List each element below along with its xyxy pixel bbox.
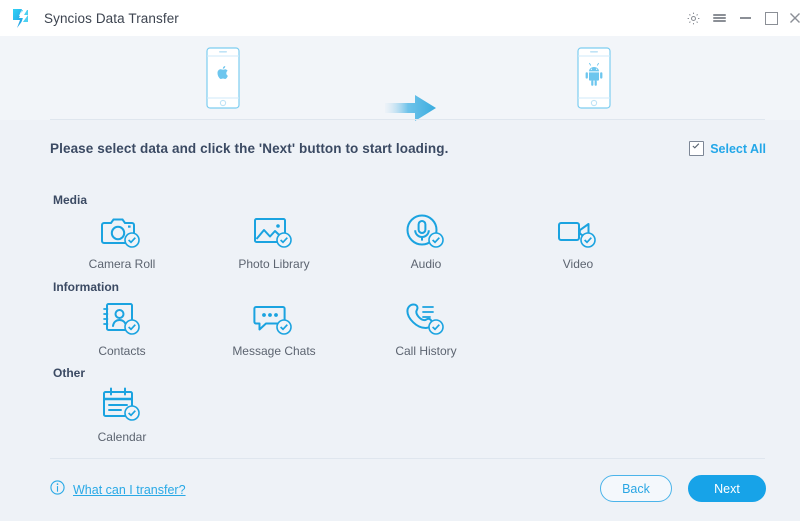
group-title-media: Media	[53, 193, 88, 207]
data-type-calendar[interactable]: Calendar	[66, 385, 178, 444]
data-type-message-chats[interactable]: Message Chats	[218, 299, 330, 358]
close-icon[interactable]	[784, 0, 800, 36]
tile-label: Contacts	[98, 344, 146, 358]
select-all-label: Select All	[710, 141, 766, 156]
app-title: Syncios Data Transfer	[44, 10, 179, 26]
source-device	[201, 46, 245, 110]
tile-label: Message Chats	[232, 344, 316, 358]
minimize-icon[interactable]	[732, 0, 758, 36]
phone-handset-icon	[370, 299, 482, 337]
photo-library-icon	[218, 212, 330, 250]
data-type-call-history[interactable]: Call History	[370, 299, 482, 358]
group-title-information: Information	[53, 280, 119, 294]
tile-label: Camera Roll	[88, 257, 156, 271]
data-type-photo-library[interactable]: Photo Library	[218, 212, 330, 271]
syncios-lightning-logo-icon	[10, 7, 32, 29]
checkbox-checked-icon[interactable]	[689, 141, 705, 156]
next-button[interactable]: Next	[688, 475, 766, 502]
page-title: Please select data and click the 'Next' …	[50, 141, 449, 156]
destination-device	[572, 46, 616, 110]
what-can-i-transfer-link[interactable]: What can I transfer?	[50, 480, 186, 500]
info-circle-icon	[50, 480, 65, 500]
back-button[interactable]: Back	[600, 475, 672, 502]
camera-icon	[66, 212, 178, 250]
tile-label: Photo Library	[238, 257, 310, 271]
microphone-icon	[370, 212, 482, 250]
data-type-contacts[interactable]: Contacts	[66, 299, 178, 358]
chat-bubble-icon	[218, 299, 330, 337]
data-type-camera-roll[interactable]: Camera Roll	[66, 212, 178, 271]
tile-label: Audio	[410, 257, 442, 271]
title-bar: Syncios Data Transfer	[0, 0, 800, 36]
data-type-audio[interactable]: Audio	[370, 212, 482, 271]
bottom-divider	[50, 458, 765, 459]
tile-label: Calendar	[97, 430, 147, 444]
window-controls	[680, 0, 800, 36]
data-type-video[interactable]: Video	[522, 212, 634, 271]
help-link-label: What can I transfer?	[73, 483, 186, 497]
footer-buttons: Back Next	[600, 475, 766, 502]
arrow-right-icon	[385, 94, 437, 122]
contact-card-icon	[66, 299, 178, 337]
app-window: Syncios Data Transfer Please select data…	[0, 0, 800, 521]
group-title-other: Other	[53, 366, 86, 380]
tile-label: Call History	[395, 344, 457, 358]
top-divider	[50, 119, 765, 120]
select-all-control[interactable]: Select All	[689, 141, 766, 156]
calendar-icon	[66, 385, 178, 423]
hamburger-menu-icon[interactable]	[706, 0, 732, 36]
video-camera-icon	[522, 212, 634, 250]
tile-label: Video	[562, 257, 594, 271]
device-strip	[0, 36, 800, 122]
gear-icon[interactable]	[680, 0, 706, 36]
maximize-icon[interactable]	[758, 0, 784, 36]
